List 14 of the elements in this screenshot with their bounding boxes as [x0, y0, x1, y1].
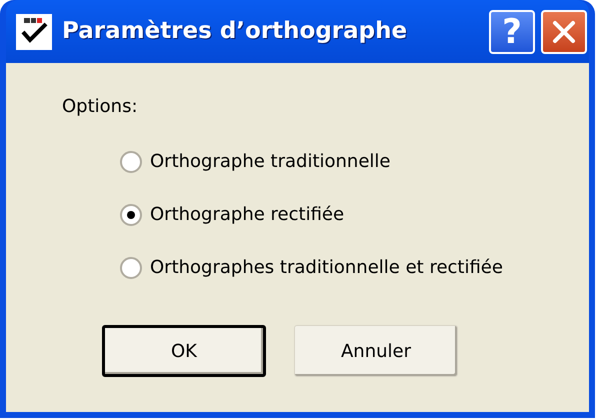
spellcheck-icon	[16, 14, 52, 50]
radio-button[interactable]	[120, 256, 142, 278]
radio-button[interactable]	[120, 204, 142, 226]
close-icon	[551, 18, 577, 44]
close-button[interactable]	[541, 10, 587, 54]
dialog-button[interactable]: OK	[102, 325, 266, 377]
window-title: Paramètres d’orthographe	[62, 17, 408, 46]
option-label: Orthographe rectifiée	[150, 203, 344, 227]
option-label: Orthographe traditionnelle	[150, 150, 390, 174]
radio-button[interactable]	[120, 150, 142, 172]
help-button[interactable]: ?	[489, 10, 535, 54]
options-label: Options:	[62, 95, 139, 119]
dialog-button[interactable]: Annuler	[294, 325, 458, 377]
option-label: Orthographes traditionnelle et rectifiée	[150, 256, 503, 280]
